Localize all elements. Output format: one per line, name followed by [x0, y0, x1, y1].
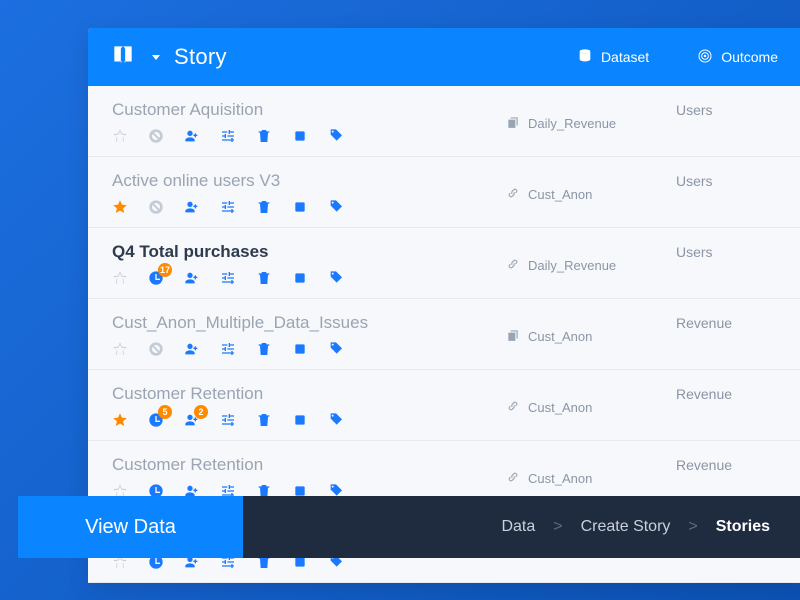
- trash-icon[interactable]: [256, 199, 272, 215]
- table-row[interactable]: Active online users V3 Cust_Anon Users: [88, 157, 800, 228]
- table-row[interactable]: Cust_Anon_Multiple_Data_Issues Cust_Anon R…: [88, 299, 800, 370]
- row-outcome: Users: [676, 100, 776, 144]
- row-title: Q4 Total purchases: [112, 242, 506, 262]
- row-dataset-label: Daily_Revenue: [528, 116, 616, 131]
- row-dataset: Cust_Anon: [506, 171, 676, 215]
- clock-icon[interactable]: 5: [148, 412, 164, 428]
- link-icon: [506, 257, 520, 274]
- tag-icon[interactable]: [328, 270, 344, 286]
- row-title: Customer Retention: [112, 384, 506, 404]
- row-actions: [112, 128, 506, 144]
- stop-icon[interactable]: [292, 412, 308, 428]
- ban-icon[interactable]: [148, 128, 164, 144]
- user-plus-icon[interactable]: [184, 199, 200, 215]
- trash-icon[interactable]: [256, 412, 272, 428]
- tag-icon[interactable]: [328, 128, 344, 144]
- row-dataset: Cust_Anon: [506, 313, 676, 357]
- ban-icon[interactable]: [148, 341, 164, 357]
- star-icon[interactable]: [112, 412, 128, 428]
- row-dataset: Cust_Anon: [506, 384, 676, 428]
- breadcrumb: Data > Create Story > Stories: [243, 496, 800, 558]
- star-icon[interactable]: [112, 270, 128, 286]
- target-icon: [697, 48, 713, 67]
- col-dataset[interactable]: Dataset: [577, 48, 649, 67]
- sliders-icon[interactable]: [220, 199, 236, 215]
- header-title: Story: [174, 44, 227, 70]
- trash-icon[interactable]: [256, 128, 272, 144]
- stop-icon[interactable]: [292, 341, 308, 357]
- view-data-button[interactable]: View Data: [18, 496, 243, 558]
- user-plus-icon[interactable]: [184, 341, 200, 357]
- table-row[interactable]: Q4 Total purchases17Daily_RevenueUsers: [88, 228, 800, 299]
- book-icon[interactable]: [110, 42, 136, 73]
- trash-icon[interactable]: [256, 270, 272, 286]
- star-icon[interactable]: [112, 341, 128, 357]
- row-dataset-label: Cust_Anon: [528, 400, 592, 415]
- row-actions: [112, 199, 506, 215]
- table-row[interactable]: Customer Aquisition Daily_Revenue Users: [88, 86, 800, 157]
- row-dataset-label: Cust_Anon: [528, 329, 592, 344]
- chevron-right-icon: >: [688, 518, 697, 536]
- badge: 2: [194, 405, 208, 419]
- copy-icon: [506, 328, 520, 345]
- row-title: Customer Retention: [112, 455, 506, 475]
- row-title: Cust_Anon_Multiple_Data_Issues: [112, 313, 506, 333]
- row-dataset: Daily_Revenue: [506, 100, 676, 144]
- table-row[interactable]: Customer Retention52Cust_AnonRevenue: [88, 370, 800, 441]
- view-data-label: View Data: [85, 516, 176, 539]
- trash-icon[interactable]: [256, 341, 272, 357]
- row-dataset: Daily_Revenue: [506, 242, 676, 286]
- sliders-icon[interactable]: [220, 128, 236, 144]
- row-outcome: Revenue: [676, 384, 776, 428]
- col-outcome[interactable]: Outcome: [697, 48, 778, 67]
- crumb-create-story[interactable]: Create Story: [581, 518, 671, 536]
- row-title: Active online users V3: [112, 171, 506, 191]
- star-icon[interactable]: [112, 128, 128, 144]
- footer-bar: View Data Data > Create Story > Stories: [18, 496, 800, 558]
- chevron-right-icon: >: [553, 518, 562, 536]
- row-actions: 52: [112, 412, 506, 428]
- database-icon: [577, 48, 593, 67]
- copy-icon: [506, 115, 520, 132]
- clock-icon[interactable]: 17: [148, 270, 164, 286]
- row-title: Customer Aquisition: [112, 100, 506, 120]
- row-dataset-label: Cust_Anon: [528, 471, 592, 486]
- crumb-stories[interactable]: Stories: [716, 518, 770, 536]
- row-outcome: Revenue: [676, 313, 776, 357]
- link-icon: [506, 186, 520, 203]
- row-outcome: Users: [676, 171, 776, 215]
- row-actions: [112, 341, 506, 357]
- badge: 5: [158, 405, 172, 419]
- col-dataset-label: Dataset: [601, 49, 649, 65]
- stop-icon[interactable]: [292, 128, 308, 144]
- stop-icon[interactable]: [292, 270, 308, 286]
- tag-icon[interactable]: [328, 199, 344, 215]
- crumb-data[interactable]: Data: [501, 518, 535, 536]
- col-outcome-label: Outcome: [721, 49, 778, 65]
- tag-icon[interactable]: [328, 412, 344, 428]
- row-dataset-label: Daily_Revenue: [528, 258, 616, 273]
- row-actions: 17: [112, 270, 506, 286]
- star-icon[interactable]: [112, 199, 128, 215]
- link-icon: [506, 470, 520, 487]
- chevron-down-icon[interactable]: [152, 55, 160, 60]
- tag-icon[interactable]: [328, 341, 344, 357]
- sliders-icon[interactable]: [220, 412, 236, 428]
- badge: 17: [158, 263, 172, 277]
- row-outcome: Revenue: [676, 455, 776, 499]
- row-dataset: Cust_Anon: [506, 455, 676, 499]
- sliders-icon[interactable]: [220, 270, 236, 286]
- user-plus-icon[interactable]: [184, 270, 200, 286]
- stop-icon[interactable]: [292, 199, 308, 215]
- sliders-icon[interactable]: [220, 341, 236, 357]
- panel-header: Story Dataset Outcome: [88, 28, 800, 86]
- row-outcome: Users: [676, 242, 776, 286]
- user-plus-icon[interactable]: [184, 128, 200, 144]
- user-plus-icon[interactable]: 2: [184, 412, 200, 428]
- link-icon: [506, 399, 520, 416]
- row-dataset-label: Cust_Anon: [528, 187, 592, 202]
- ban-icon[interactable]: [148, 199, 164, 215]
